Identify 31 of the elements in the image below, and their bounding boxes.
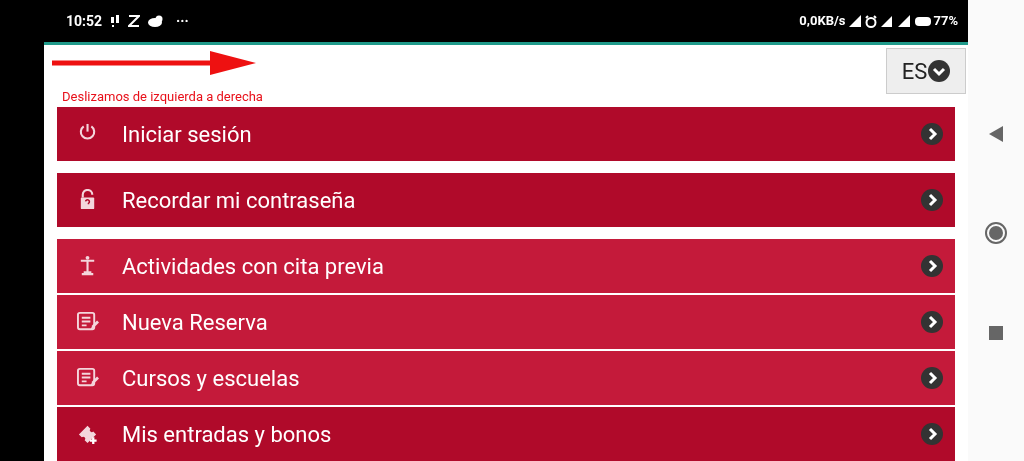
signal-icon: [849, 15, 862, 27]
battery-icon: [915, 16, 932, 26]
chevron-right-icon: [921, 255, 943, 277]
alarm-icon: [865, 14, 878, 28]
menu-item[interactable]: Recordar mi contraseña: [57, 173, 955, 227]
network-speed: 0,0KB/s: [799, 12, 846, 31]
signal-icon: [881, 15, 893, 27]
clock-time: 10:52: [66, 11, 103, 31]
menu-item[interactable]: Cursos y escuelas: [57, 351, 955, 405]
menu-item[interactable]: Actividades con cita previa: [57, 239, 955, 293]
list-edit-icon: [77, 311, 99, 333]
exclamation-icon: [110, 14, 121, 28]
more-notifications-icon: ···: [176, 10, 189, 32]
chevron-right-icon: [921, 311, 943, 333]
menu-item[interactable]: Iniciar sesión: [57, 107, 955, 161]
chevron-right-icon: [921, 423, 943, 445]
swipe-hint: Deslizamos de izquierda a derecha: [62, 88, 263, 106]
back-icon[interactable]: [989, 126, 1003, 142]
list-edit-icon: [77, 367, 99, 389]
dropdown-icon: [928, 60, 951, 82]
language-selector[interactable]: ES: [886, 48, 966, 94]
chevron-right-icon: [921, 189, 943, 211]
menu-item[interactable]: Mis entradas y bonos: [57, 407, 955, 461]
menu-item[interactable]: Nueva Reserva: [57, 295, 955, 349]
battery-percentage: 77%: [933, 12, 958, 31]
signal-icon: [898, 15, 911, 27]
ticket-plus-icon: [77, 423, 99, 445]
home-icon[interactable]: [985, 222, 1007, 244]
chevron-right-icon: [921, 367, 943, 389]
chevron-right-icon: [921, 123, 943, 145]
cloud-icon: [148, 15, 165, 27]
